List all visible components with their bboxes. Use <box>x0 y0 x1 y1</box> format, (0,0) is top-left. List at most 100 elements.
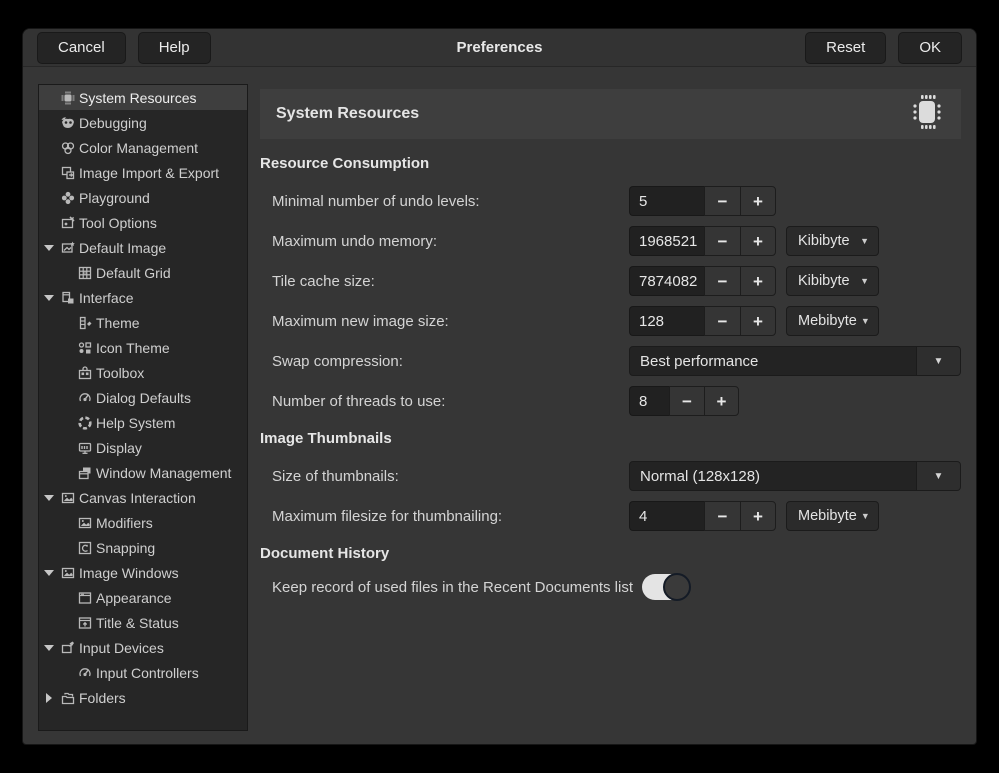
ok-button[interactable]: OK <box>898 32 962 64</box>
undo-memory-unit-dropdown[interactable]: Kibibyte ▼ <box>786 226 879 256</box>
color-management-icon <box>59 139 76 156</box>
cpu-icon <box>59 89 76 106</box>
tile-cache-input[interactable]: 7874082 <box>629 266 704 296</box>
swap-compression-dropdown[interactable]: Best performance ▼ <box>629 346 961 376</box>
decrement-button[interactable]: − <box>704 501 740 531</box>
increment-button[interactable]: + <box>740 501 776 531</box>
expander-slot[interactable] <box>39 245 59 251</box>
sidebar-item[interactable]: Help System <box>39 410 247 435</box>
sidebar-item[interactable]: Display <box>39 435 247 460</box>
sidebar-item[interactable]: Debugging <box>39 110 247 135</box>
decrement-button[interactable]: − <box>669 386 704 416</box>
decrement-button[interactable]: − <box>704 266 740 296</box>
sidebar-item[interactable]: Folders <box>39 685 247 710</box>
sidebar-item[interactable]: Interface <box>39 285 247 310</box>
sidebar-item[interactable]: Color Management <box>39 135 247 160</box>
sidebar-item-label: Window Management <box>96 465 231 481</box>
expander-slot[interactable] <box>39 645 59 651</box>
sidebar-item-label: Image Windows <box>79 565 179 581</box>
chevron-down-icon: ▼ <box>861 316 870 326</box>
titlebar: Cancel Help Preferences Reset OK <box>23 29 976 67</box>
tile-cache-unit-dropdown[interactable]: Kibibyte ▼ <box>786 266 879 296</box>
sidebar-item[interactable]: Default Image <box>39 235 247 260</box>
sidebar-item-label: Title & Status <box>96 615 179 631</box>
sidebar-item[interactable]: Toolbox <box>39 360 247 385</box>
selected-value: Normal (128x128) <box>630 462 916 490</box>
sidebar-item[interactable]: Canvas Interaction <box>39 485 247 510</box>
sidebar-item[interactable]: Default Grid <box>39 260 247 285</box>
sidebar-item-label: Image Import & Export <box>79 165 219 181</box>
thumb-filesize-unit-dropdown[interactable]: Mebibyte ▼ <box>786 501 879 531</box>
field-label: Maximum undo memory: <box>260 233 629 250</box>
sidebar-item-label: Theme <box>96 315 140 331</box>
undo-levels-input[interactable]: 5 <box>629 186 704 216</box>
increment-button[interactable]: + <box>740 186 776 216</box>
unit-label: Mebibyte <box>798 508 857 524</box>
theme-icon <box>76 314 93 331</box>
titlebar-left-buttons: Cancel Help <box>37 32 211 64</box>
grid-icon <box>76 264 93 281</box>
undo-memory-input[interactable]: 1968521 <box>629 226 704 256</box>
field-label: Minimal number of undo levels: <box>260 193 629 210</box>
decrement-button[interactable]: − <box>704 306 740 336</box>
sidebar-item-label: Debugging <box>79 115 147 131</box>
sidebar-item[interactable]: Title & Status <box>39 610 247 635</box>
chevron-down-icon: ▼ <box>860 236 869 246</box>
sidebar-item[interactable]: Image Windows <box>39 560 247 585</box>
wilber-icon <box>59 114 76 131</box>
sidebar-item[interactable]: System Resources <box>39 85 247 110</box>
doc-history-toggle[interactable] <box>642 574 690 600</box>
threads-input[interactable]: 8 <box>629 386 669 416</box>
sidebar-item-label: Toolbox <box>96 365 144 381</box>
sidebar-item-label: Icon Theme <box>96 340 170 356</box>
sidebar-item[interactable]: Image Import & Export <box>39 160 247 185</box>
expander-slot[interactable] <box>39 570 59 576</box>
sidebar-item[interactable]: Dialog Defaults <box>39 385 247 410</box>
image-icon <box>76 514 93 531</box>
expander-slot[interactable] <box>39 295 59 301</box>
dial-icon <box>76 664 93 681</box>
image-icon <box>59 489 76 506</box>
sidebar-item[interactable]: Theme <box>39 310 247 335</box>
sidebar-item[interactable]: Modifiers <box>39 510 247 535</box>
decrement-button[interactable]: − <box>704 186 740 216</box>
display-icon <box>76 439 93 456</box>
field-doc-history: Keep record of used files in the Recent … <box>260 572 961 602</box>
sidebar-item[interactable]: Input Devices <box>39 635 247 660</box>
decrement-button[interactable]: − <box>704 226 740 256</box>
sidebar-item[interactable]: Appearance <box>39 585 247 610</box>
increment-button[interactable]: + <box>740 226 776 256</box>
increment-button[interactable]: + <box>740 266 776 296</box>
help-button[interactable]: Help <box>138 32 211 64</box>
help-system-icon <box>76 414 93 431</box>
preferences-dialog: Cancel Help Preferences Reset OK System … <box>22 28 977 745</box>
folders-icon <box>59 689 76 706</box>
expander-slot[interactable] <box>39 495 59 501</box>
thumb-filesize-input[interactable]: 4 <box>629 501 704 531</box>
sidebar-item[interactable]: Playground <box>39 185 247 210</box>
sidebar-item[interactable]: Input Controllers <box>39 660 247 685</box>
toolbox-icon <box>76 364 93 381</box>
sidebar-item-label: Input Devices <box>79 640 164 656</box>
field-label: Maximum new image size: <box>260 313 629 330</box>
increment-button[interactable]: + <box>704 386 739 416</box>
max-new-image-input[interactable]: 128 <box>629 306 704 336</box>
sidebar-item[interactable]: Snapping <box>39 535 247 560</box>
field-threads: Number of threads to use: 8 − + <box>260 386 961 416</box>
thumbnail-size-dropdown[interactable]: Normal (128x128) ▼ <box>629 461 961 491</box>
window-management-icon <box>76 464 93 481</box>
chevron-down-icon: ▼ <box>916 347 960 375</box>
sidebar-item[interactable]: Tool Options <box>39 210 247 235</box>
cancel-button[interactable]: Cancel <box>37 32 126 64</box>
icon-theme-icon <box>76 339 93 356</box>
sidebar-item-label: Interface <box>79 290 133 306</box>
increment-button[interactable]: + <box>740 306 776 336</box>
sidebar-item[interactable]: Window Management <box>39 460 247 485</box>
expander-slot[interactable] <box>39 693 59 703</box>
max-new-image-unit-dropdown[interactable]: Mebibyte ▼ <box>786 306 879 336</box>
field-label: Maximum filesize for thumbnailing: <box>260 508 629 525</box>
reset-button[interactable]: Reset <box>805 32 886 64</box>
chevron-down-icon: ▼ <box>916 462 960 490</box>
sidebar-item[interactable]: Icon Theme <box>39 335 247 360</box>
unit-label: Kibibyte <box>798 233 850 249</box>
